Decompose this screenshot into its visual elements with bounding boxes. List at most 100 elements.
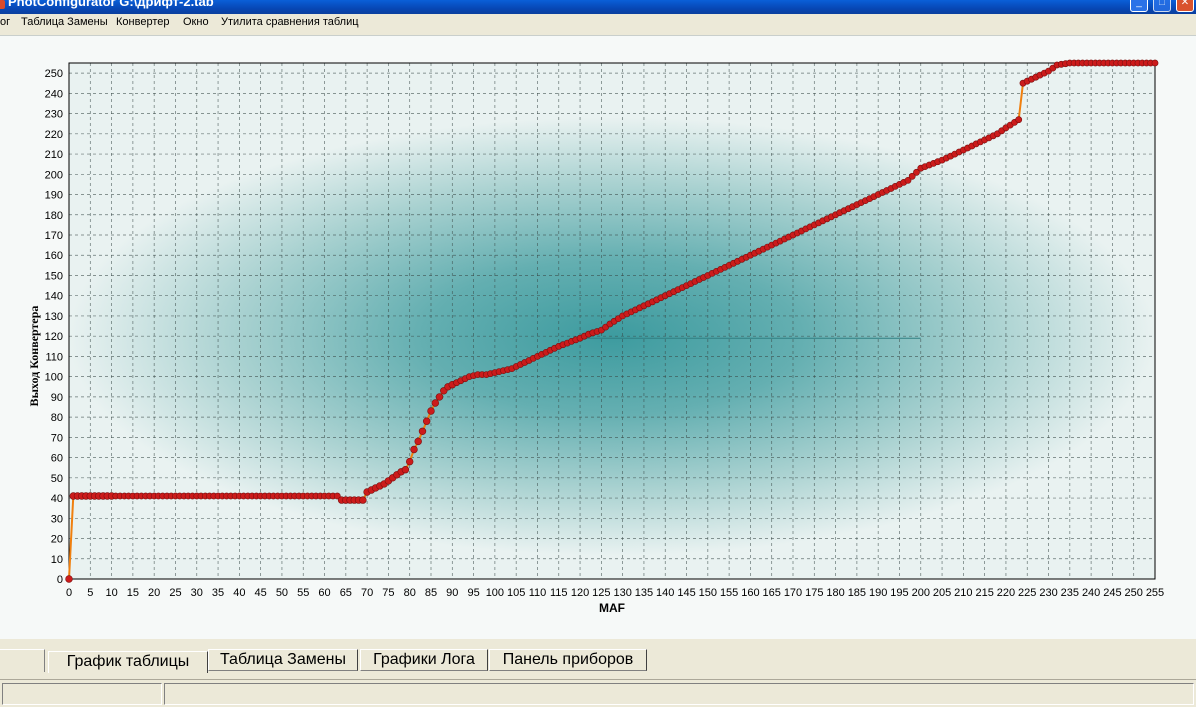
x-tick-label: 160 <box>741 587 759 599</box>
y-tick-label: 160 <box>45 250 63 262</box>
x-tick-label: 230 <box>1039 587 1057 599</box>
y-tick-label: 240 <box>45 88 63 100</box>
x-tick-label: 225 <box>1018 587 1036 599</box>
x-tick-label: 115 <box>550 587 568 599</box>
y-tick-label: 100 <box>45 372 63 384</box>
x-tick-label: 60 <box>318 587 330 599</box>
y-tick-label: 20 <box>51 534 63 546</box>
x-tick-label: 120 <box>571 587 589 599</box>
x-tick-label: 135 <box>635 587 653 599</box>
menu-item-window[interactable]: Окно <box>183 16 209 28</box>
x-tick-label: 65 <box>340 587 352 599</box>
x-tick-label: 255 <box>1146 587 1164 599</box>
x-tick-label: 240 <box>1082 587 1100 599</box>
x-tick-label: 220 <box>997 587 1015 599</box>
data-point <box>418 427 427 435</box>
x-tick-label: 180 <box>826 587 844 599</box>
x-tick-label: 0 <box>66 587 72 599</box>
y-tick-label: 0 <box>57 574 63 586</box>
x-tick-label: 85 <box>425 587 437 599</box>
x-tick-label: 20 <box>148 587 160 599</box>
close-button[interactable]: ✕ <box>1176 0 1194 12</box>
data-point <box>406 457 414 466</box>
x-tick-label: 50 <box>276 587 288 599</box>
data-point <box>414 437 422 446</box>
y-tick-label: 40 <box>51 493 63 505</box>
title-bar: PhotConfigurator G:\дрифт-2.tab _ □ ✕ <box>0 0 1196 14</box>
menu-item-table-compare-utility[interactable]: Утилита сравнения таблиц <box>221 16 359 28</box>
y-tick-label: 250 <box>45 68 63 80</box>
window-title: PhotConfigurator G:\дрифт-2.tab <box>8 0 214 9</box>
y-tick-label: 10 <box>51 554 63 566</box>
x-tick-label: 55 <box>297 587 309 599</box>
x-tick-label: 205 <box>933 587 951 599</box>
y-tick-label: 140 <box>45 291 63 303</box>
x-tick-label: 130 <box>613 587 631 599</box>
y-tick-label: 30 <box>51 513 63 525</box>
y-tick-label: 120 <box>45 331 63 343</box>
data-point <box>401 466 410 474</box>
tab-table-chart[interactable]: График таблицы <box>48 651 208 673</box>
y-tick-label: 230 <box>45 109 63 121</box>
x-tick-label: 40 <box>233 587 245 599</box>
x-tick-label: 195 <box>890 587 908 599</box>
y-tick-label: 210 <box>45 149 63 161</box>
x-tick-label: 170 <box>784 587 802 599</box>
x-tick-label: 35 <box>212 587 224 599</box>
y-tick-label: 70 <box>51 432 63 444</box>
minimize-button[interactable]: _ <box>1130 0 1148 12</box>
x-tick-label: 30 <box>191 587 203 599</box>
chart-panel: 0 5 10 15 20 25 30 35 40 45 50 55 60 65 70 75 80 85 90 95 10… <box>0 35 1196 639</box>
x-tick-label: 175 <box>805 587 823 599</box>
data-point <box>1015 116 1023 124</box>
y-tick-label: 150 <box>45 270 63 282</box>
menu-item-log[interactable]: ог <box>0 16 10 28</box>
x-tick-label: 145 <box>677 587 695 599</box>
x-tick-label: 200 <box>912 587 930 599</box>
x-tick-label: 155 <box>720 587 738 599</box>
x-tick-label: 125 <box>592 587 610 599</box>
x-tick-label: 5 <box>87 587 93 599</box>
x-tick-label: 140 <box>656 587 674 599</box>
x-tick-label: 250 <box>1125 587 1143 599</box>
y-tick-label: 190 <box>45 190 63 202</box>
y-tick-label: 170 <box>45 230 63 242</box>
y-tick-label: 130 <box>45 311 63 323</box>
y-tick-label: 50 <box>51 473 63 485</box>
x-tick-label: 110 <box>529 587 547 599</box>
data-point <box>65 575 73 583</box>
tab-strip: График таблицы Таблица Замены Графики Ло… <box>0 645 1196 675</box>
app-icon <box>0 0 5 9</box>
maximize-button[interactable]: □ <box>1153 0 1171 12</box>
status-pane-1 <box>2 683 162 705</box>
status-bar <box>0 679 1196 707</box>
y-tick-label: 60 <box>51 453 63 465</box>
data-point <box>431 399 439 407</box>
y-tick-label: 200 <box>45 169 63 181</box>
x-tick-label: 95 <box>467 587 479 599</box>
x-tick-label: 45 <box>255 587 267 599</box>
tab-substitution-table[interactable]: Таблица Замены <box>208 649 358 671</box>
x-tick-label: 25 <box>169 587 181 599</box>
tab-log-charts[interactable]: Графики Лога <box>360 649 488 671</box>
x-tick-label: 210 <box>954 587 972 599</box>
x-tick-label: 90 <box>446 587 458 599</box>
tab-strip-edge <box>0 649 45 672</box>
menu-bar: ог Таблица Замены Конвертер Окно Утилита… <box>0 14 1196 33</box>
x-tick-label: 70 <box>361 587 373 599</box>
y-tick-label: 110 <box>45 351 63 363</box>
x-tick-label: 80 <box>404 587 416 599</box>
tab-instrument-panel[interactable]: Панель приборов <box>489 649 647 671</box>
data-point <box>410 445 418 454</box>
x-tick-label: 10 <box>105 587 117 599</box>
data-point <box>423 417 431 425</box>
y-tick-label: 80 <box>51 412 63 424</box>
y-tick-label: 90 <box>51 392 63 404</box>
y-tick-label: 180 <box>45 210 63 222</box>
data-point <box>427 407 435 415</box>
menu-item-converter[interactable]: Конвертер <box>116 16 169 28</box>
y-tick-label: 220 <box>45 129 63 141</box>
menu-item-substitution-table[interactable]: Таблица Замены <box>21 16 108 28</box>
x-tick-label: 75 <box>382 587 394 599</box>
x-tick-label: 150 <box>699 587 717 599</box>
